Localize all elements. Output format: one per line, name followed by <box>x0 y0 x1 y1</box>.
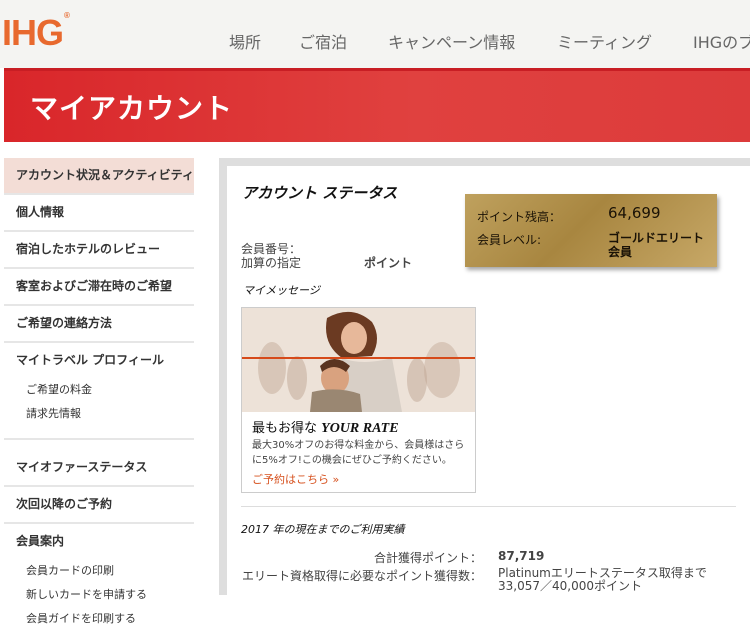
elite-points-needed-label: エリート資格取得に必要なポイント獲得数： <box>241 569 482 583</box>
account-sidebar: アカウント状況＆アクティビティ 個人情報 宿泊したホテルのレビュー 客室およびご… <box>4 158 194 631</box>
page-banner: マイアカウント <box>4 68 750 142</box>
page-title: マイアカウント <box>30 92 234 125</box>
nav-stays[interactable]: ご宿泊 <box>299 29 347 53</box>
sidebar-item-account-activity[interactable]: アカウント状況＆アクティビティ <box>4 158 194 195</box>
total-points-label: 合計獲得ポイント： <box>373 551 482 565</box>
my-messages-title: マイメッセージ <box>243 284 320 297</box>
sidebar-item-offer-status[interactable]: マイオファーステータス <box>4 450 194 487</box>
nav-meetings[interactable]: ミーティング <box>557 29 652 53</box>
sidebar-subitem-billing-info[interactable]: 請求先情報 <box>4 402 194 426</box>
promo-heading: 最もお得な YOUR RATE <box>252 417 399 437</box>
sidebar-divider <box>4 426 194 440</box>
nav-ihg-brands[interactable]: IHGのブ <box>693 29 750 53</box>
sidebar-subitem-print-card[interactable]: 会員カードの印刷 <box>4 559 194 583</box>
sidebar-item-hotel-reviews[interactable]: 宿泊したホテルのレビュー <box>4 232 194 269</box>
accrual-label: 加算の指定 <box>241 256 302 270</box>
total-points-value: 87,719 <box>498 549 545 563</box>
sidebar-subitem-preferred-rates[interactable]: ご希望の料金 <box>4 378 194 402</box>
your-rate-promo-card[interactable]: 最もお得な YOUR RATE 最大30%オフのお得な料金から、会員様はさらに5… <box>241 307 476 493</box>
sidebar-subitem-print-guide[interactable]: 会員ガイドを印刷する <box>4 607 194 631</box>
points-summary-card: ポイント残高： 64,699 会員レベル: ゴールドエリート会員 <box>465 194 717 267</box>
sidebar-subitem-request-card[interactable]: 新しいカードを申請する <box>4 583 194 607</box>
sidebar-item-membership-info[interactable]: 会員案内 <box>4 524 194 559</box>
points-balance-value: 64,699 <box>608 204 661 222</box>
main-content: アカウント ステータス ポイント残高： 64,699 会員レベル: ゴールドエリ… <box>219 158 750 595</box>
elite-points-needed-value: Platinumエリートステータス取得まで 33,057／40,000ポイント <box>498 566 707 593</box>
nav-locations[interactable]: 場所 <box>229 29 261 53</box>
member-level-value: ゴールドエリート会員 <box>608 231 705 259</box>
promo-couple-photo <box>242 308 475 412</box>
couple-photo-illustration <box>242 308 475 412</box>
promo-body-text: 最大30%オフのお得な料金から、会員様はさらに5%オフ!この機会にぜひご予約くだ… <box>252 440 465 466</box>
ihg-logo[interactable]: IHG® <box>2 11 70 54</box>
sidebar-item-travel-profile[interactable]: マイトラベル プロフィール <box>4 343 194 378</box>
member-level-label: 会員レベル: <box>477 233 542 247</box>
promo-heading-brand: YOUR RATE <box>321 421 399 436</box>
registered-mark: ® <box>64 11 70 20</box>
points-balance-label: ポイント残高： <box>477 210 562 224</box>
top-header: IHG® 場所 ご宿泊 キャンペーン情報 ミーティング IHGのブ <box>0 0 750 68</box>
nav-offers[interactable]: キャンペーン情報 <box>388 29 515 53</box>
sidebar-item-contact-preferences[interactable]: ご希望の連絡方法 <box>4 306 194 343</box>
section-divider <box>241 506 736 507</box>
sidebar-item-personal-info[interactable]: 個人情報 <box>4 195 194 232</box>
accrual-value: ポイント <box>364 256 413 270</box>
sidebar-item-upcoming-reservations[interactable]: 次回以降のご予約 <box>4 487 194 524</box>
account-status-title: アカウント ステータス <box>242 184 398 202</box>
account-status-panel: アカウント ステータス ポイント残高： 64,699 会員レベル: ゴールドエリ… <box>227 166 750 595</box>
logo-text: IHG <box>2 12 64 53</box>
promo-heading-prefix: 最もお得な <box>252 421 318 436</box>
sidebar-item-room-preferences[interactable]: 客室およびご滞在時のご希望 <box>4 269 194 306</box>
promo-accent-line <box>242 357 475 359</box>
book-now-link[interactable]: ご予約はこちら » <box>252 471 339 487</box>
year-summary-title: 2017 年の現在までのご利用実績 <box>241 523 405 536</box>
